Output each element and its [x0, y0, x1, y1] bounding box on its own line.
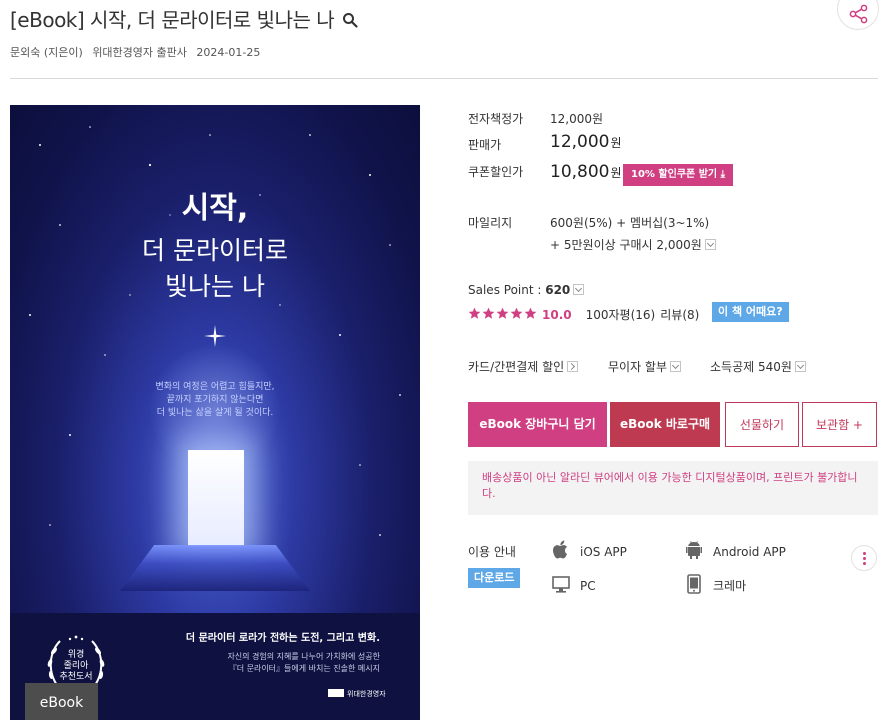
cover-bottom-title: 더 문라이터 로라가 전하는 도전, 그리고 변화.: [185, 633, 380, 644]
sales-point: Sales Point : 620: [468, 283, 585, 297]
ask-review-button[interactable]: 이 책 어때요?: [712, 302, 789, 322]
tax-deduction-dropdown-icon: [794, 361, 806, 372]
recommend-badge: 위경 줄리아 추천도서: [59, 650, 93, 682]
publisher-logo-icon: [328, 689, 344, 697]
review-link[interactable]: 리뷰(8): [660, 308, 699, 322]
book-meta: 문외숙 (지은이) 위대한경영자 출판사 2024-01-25: [10, 44, 266, 60]
digital-notice: 배송상품이 아닌 알라딘 뷰어에서 이용 가능한 디지털상품이며, 프린트가 불…: [468, 461, 878, 515]
sales-point-dropdown-icon[interactable]: [573, 284, 585, 295]
sale-price-label: 판매가: [468, 138, 502, 152]
keep-button[interactable]: 보관함 +: [802, 402, 877, 447]
download-button[interactable]: 다운로드: [468, 568, 521, 588]
rating-stars: [468, 304, 538, 323]
ereader-icon: [687, 574, 701, 594]
installment-dropdown-icon: [670, 361, 682, 372]
apple-icon: [553, 540, 567, 559]
rating-row: 10.0 100자평(16) 리뷰(8): [468, 304, 699, 323]
share-button[interactable]: [837, 0, 879, 30]
cover-title-3: 빛나는 나: [165, 272, 265, 301]
coupon-download-button[interactable]: 10% 할인쿠폰 받기 ⤓: [623, 164, 734, 186]
coupon-price-label: 쿠폰할인가: [468, 165, 524, 179]
short-review-link[interactable]: 100자평(16): [586, 308, 656, 322]
coupon-price: 10,800원: [550, 162, 622, 182]
installment[interactable]: 무이자 할부: [608, 358, 682, 375]
pc-link[interactable]: PC: [552, 574, 596, 594]
buy-now-button[interactable]: eBook 바로구매: [610, 402, 720, 447]
cover-publisher-mark: 위대한경영자: [328, 689, 386, 699]
book-cover[interactable]: 시작, 더 문라이터로 빛나는 나 변화의 여정은 어렵고 힘들지만, 끝까지 …: [10, 105, 420, 720]
rating-score: 10.0: [542, 308, 572, 322]
cover-title-2: 더 문라이터로: [142, 236, 288, 265]
star-icon: [524, 307, 537, 319]
publisher-link[interactable]: 위대한경영자 출판사: [92, 46, 187, 59]
sale-price: 12,000원: [550, 132, 622, 152]
ios-app-link[interactable]: iOS APP: [552, 540, 627, 560]
share-icon: [849, 4, 868, 24]
crema-link[interactable]: 크레마: [685, 574, 746, 594]
star-icon: [468, 307, 481, 319]
add-to-cart-button[interactable]: eBook 장바구니 담기: [468, 402, 607, 447]
list-price-label: 전자책정가: [468, 112, 524, 126]
book-title: [eBook] 시작, 더 문라이터로 빛나는 나: [10, 8, 335, 32]
card-discount-arrow-icon: [567, 361, 579, 372]
star-icon: [496, 307, 509, 319]
android-icon: [686, 541, 702, 559]
gift-button[interactable]: 선물하기: [725, 402, 799, 447]
cover-bottom-text: 자신의 경험의 지혜를 나누어 가치화에 성공한 『더 문라이터』들에게 바치는…: [227, 652, 380, 673]
ebook-tag: eBook: [25, 683, 98, 720]
cover-description: 변화의 여정은 어렵고 힘들지만, 끝까지 포기하지 않는다면 더 빛나는 삶을…: [155, 382, 275, 418]
card-discount[interactable]: 카드/간편결제 할인: [468, 358, 579, 375]
star-icon: [510, 307, 523, 319]
mileage-line1: 600원(5%) + 멤버십(3~1%): [550, 216, 710, 230]
android-app-link[interactable]: Android APP: [685, 540, 786, 560]
download-arrow-icon: ⤓: [720, 169, 726, 180]
publish-date: 2024-01-25: [196, 46, 261, 59]
cover-title-1: 시작,: [181, 191, 249, 226]
tax-deduction[interactable]: 소득공제 540원: [710, 358, 806, 375]
more-options-button[interactable]: [851, 545, 877, 571]
bright-star-icon: [204, 325, 226, 347]
list-price-value: 12,000원: [550, 112, 604, 126]
cover-door: [188, 450, 244, 546]
more-dot-icon: [863, 552, 866, 555]
mileage-label: 마일리지: [468, 216, 513, 230]
page-title: [eBook] 시작, 더 문라이터로 빛나는 나: [10, 4, 358, 33]
mileage-line2: + 5만원이상 구매시 2,000원: [550, 236, 716, 253]
monitor-icon: [552, 576, 570, 593]
usage-label: 이용 안내: [468, 545, 516, 559]
header-divider: [10, 78, 878, 79]
author-link[interactable]: 문외숙 (지은이): [10, 46, 83, 59]
star-icon: [482, 307, 495, 319]
search-icon[interactable]: [342, 12, 358, 28]
mileage-dropdown-icon[interactable]: [704, 239, 716, 250]
